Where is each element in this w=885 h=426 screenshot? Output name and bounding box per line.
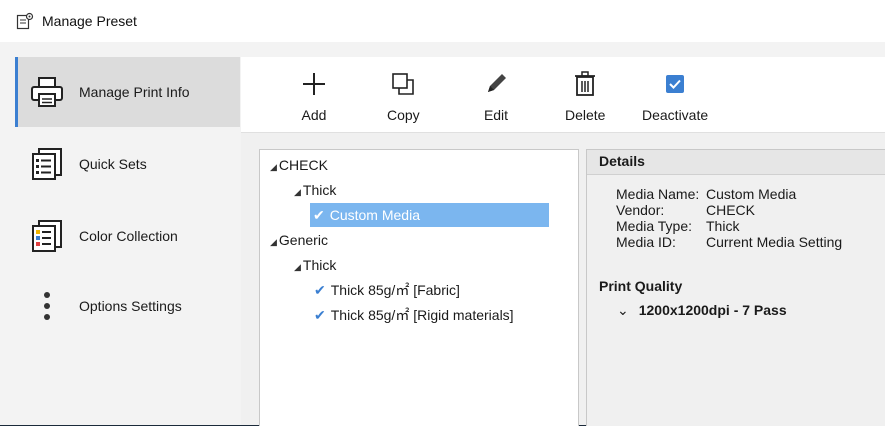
checkmark-icon: ✔ [313,207,325,223]
delete-button[interactable]: Delete [565,69,605,129]
copy-icon [388,69,418,99]
expand-triangle-icon: ◢ [294,187,301,197]
copy-button[interactable]: Copy [387,69,420,129]
document-list-icon [29,146,65,182]
main-content: Add Copy Edit Delete Deactivate ◢ CHECK … [241,57,885,426]
print-quality-item[interactable]: ⌄ 1200x1200dpi - 7 Pass [617,302,787,319]
expand-triangle-icon: ◢ [270,162,277,172]
details-fields: Media Name: Custom Media Vendor: CHECK M… [616,186,842,250]
title-bar: Manage Preset [0,0,885,42]
chevron-down-icon: ⌄ [617,302,629,318]
add-label: Add [301,107,327,123]
sidebar-item-options-settings[interactable]: Options Settings [15,271,240,341]
edit-button[interactable]: Edit [481,69,511,129]
print-quality-title: Print Quality [599,278,683,294]
sidebar: Manage Print Info Quick Sets Color Colle… [15,57,240,425]
tree-item-thick-fabric[interactable]: ✔ Thick 85g/㎡ [Fabric] [314,278,460,302]
media-type-label: Media Type: [616,218,693,234]
checkmark-icon: ✔ [314,307,326,323]
sidebar-item-quick-sets[interactable]: Quick Sets [15,129,240,199]
media-tree: ◢ CHECK ◢ Thick ✔ Custom Media ◢ Generic ◢ Th… [259,149,579,426]
media-id-label: Media ID: [616,234,676,250]
delete-label: Delete [565,107,606,123]
deactivate-button[interactable]: Deactivate [642,69,708,129]
tree-item-thick-rigid[interactable]: ✔ Thick 85g/㎡ [Rigid materials] [314,303,514,327]
sidebar-item-label: Options Settings [79,298,182,314]
edit-label: Edit [483,107,509,123]
printer-icon [29,74,65,110]
preset-settings-icon [16,12,34,30]
trash-icon [570,69,600,99]
more-vertical-icon [29,288,65,324]
media-id-value: Current Media Setting [706,234,843,250]
copy-label: Copy [387,107,420,123]
plus-icon [299,69,329,99]
window-title: Manage Preset [42,13,137,29]
sidebar-item-label: Color Collection [79,228,178,244]
tree-item-custom-media[interactable]: ✔ Custom Media [310,203,549,227]
pencil-icon [481,69,511,99]
add-button[interactable]: Add [299,69,329,129]
manage-preset-window: Manage Preset Manage Print Info Quick Se… [0,0,885,426]
vendor-label: Vendor: [616,202,665,218]
media-type-value: Thick [706,218,740,234]
color-document-icon [29,218,65,254]
sidebar-item-label: Manage Print Info [79,84,190,100]
sidebar-item-manage-print-info[interactable]: Manage Print Info [15,57,240,127]
deactivate-label: Deactivate [642,107,709,123]
tree-node-generic[interactable]: ◢ Generic [270,228,328,252]
tree-node-check[interactable]: ◢ CHECK [270,153,328,177]
details-header: Details [587,150,885,175]
toolbar: Add Copy Edit Delete Deactivate [241,57,885,133]
tree-node-check-thick[interactable]: ◢ Thick [294,178,336,202]
media-name-label: Media Name: [616,186,700,202]
details-panel: Details Media Name: Custom Media Vendor:… [586,149,885,426]
checkbox-checked-icon [660,69,690,99]
sidebar-item-color-collection[interactable]: Color Collection [15,201,240,271]
vendor-value: CHECK [706,202,756,218]
media-name-value: Custom Media [706,186,797,202]
expand-triangle-icon: ◢ [294,262,301,272]
expand-triangle-icon: ◢ [270,237,277,247]
tree-node-generic-thick[interactable]: ◢ Thick [294,253,336,277]
checkmark-icon: ✔ [314,282,326,298]
sidebar-item-label: Quick Sets [79,156,147,172]
